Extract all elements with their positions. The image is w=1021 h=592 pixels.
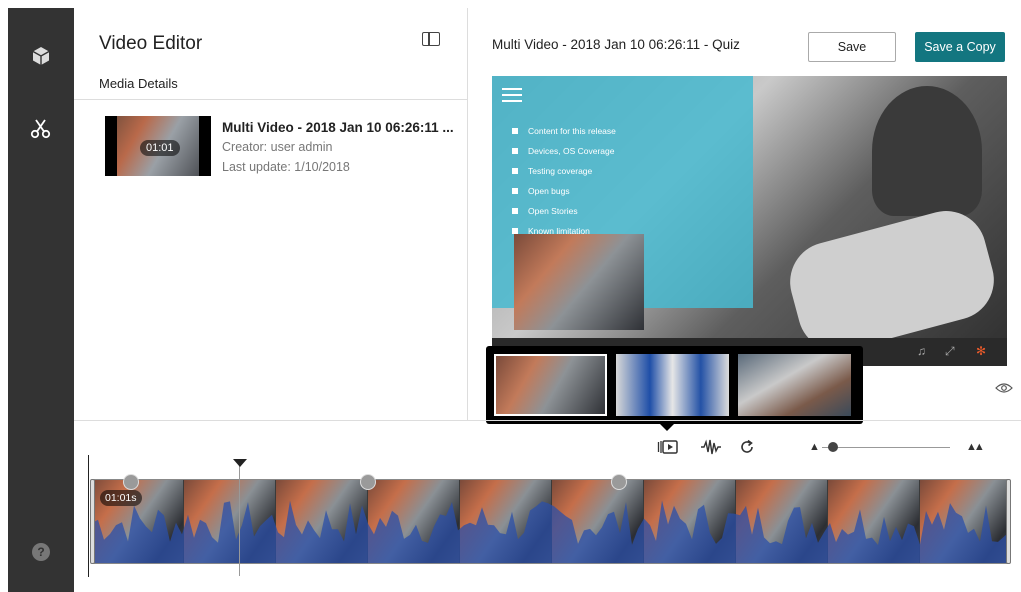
slide-item: Devices, OS Coverage: [512, 146, 614, 156]
page-title: Video Editor: [99, 33, 203, 54]
quiz-marker-icon[interactable]: [123, 474, 139, 490]
slide-item: Content for this release: [512, 126, 616, 136]
refresh-icon[interactable]: [739, 439, 755, 458]
zoom-slider-handle[interactable]: [828, 442, 839, 452]
waveform-icon[interactable]: [700, 439, 722, 458]
playhead-line: [239, 464, 240, 576]
section-heading: Media Details: [99, 76, 178, 91]
timeline-filmstrip[interactable]: 01:01s: [91, 479, 1011, 564]
media-thumbnail[interactable]: 01:01: [105, 116, 211, 176]
preview-panel: Multi Video - 2018 Jan 10 06:26:11 - Qui…: [468, 8, 1021, 431]
letterbox-right: [199, 116, 211, 176]
source-thumbnail[interactable]: [494, 354, 607, 416]
cube-icon[interactable]: [26, 41, 56, 71]
eye-icon[interactable]: [995, 382, 1013, 394]
media-creator: Creator: user admin: [222, 140, 333, 154]
audio-waveform: [92, 500, 1010, 563]
timeline: ▲ ▲▲ 01:01s: [74, 420, 1021, 592]
quiz-marker-icon[interactable]: [360, 474, 376, 490]
letterbox-left: [105, 116, 117, 176]
video-player[interactable]: Content for this release Devices, OS Cov…: [492, 76, 1007, 366]
trim-handle-start[interactable]: [90, 479, 95, 564]
duration-badge: 01:01: [140, 140, 180, 156]
music-icon[interactable]: ♫: [917, 344, 926, 358]
slide-item: Open bugs: [512, 186, 570, 196]
playhead-icon[interactable]: [233, 459, 247, 467]
app-frame: ? Video Editor Media Details 01:01 Multi…: [8, 8, 1021, 592]
sidebar: ?: [8, 8, 74, 592]
zoom-out-icon[interactable]: ▲: [809, 441, 820, 453]
video-title: Multi Video - 2018 Jan 10 06:26:11 - Qui…: [492, 37, 740, 52]
help-icon[interactable]: ?: [32, 543, 50, 561]
picture-in-picture: [514, 234, 644, 330]
menu-icon: [502, 88, 522, 102]
save-copy-button[interactable]: Save a Copy: [915, 32, 1005, 62]
media-panel: Video Editor Media Details 01:01 Multi V…: [74, 8, 468, 420]
fullscreen-icon[interactable]: ⤢: [945, 344, 955, 359]
source-thumbnail[interactable]: [616, 354, 729, 416]
media-name: Multi Video - 2018 Jan 10 06:26:11 ...: [222, 120, 454, 135]
slide-item: Testing coverage: [512, 166, 592, 176]
video-frame-person: [872, 86, 982, 216]
timeline-time-badge: 01:01s: [100, 490, 142, 506]
media-last-update: Last update: 1/10/2018: [222, 160, 350, 174]
divider: [74, 99, 468, 100]
logo-icon: ✻: [976, 344, 987, 358]
trim-handle-end[interactable]: [1006, 479, 1011, 564]
video-frame-arm: [781, 201, 1003, 361]
panel-toggle-icon[interactable]: [422, 32, 440, 46]
source-thumbnail-strip: [486, 346, 863, 431]
quiz-marker-icon[interactable]: [611, 474, 627, 490]
scissors-icon[interactable]: [26, 114, 56, 144]
timeline-start-line: [88, 455, 89, 577]
video-tracks-icon[interactable]: [657, 439, 679, 458]
slide-item: Open Stories: [512, 206, 578, 216]
save-button[interactable]: Save: [808, 32, 896, 62]
zoom-slider-track[interactable]: [822, 447, 950, 448]
source-thumbnail[interactable]: [738, 354, 851, 416]
zoom-in-icon[interactable]: ▲▲: [966, 441, 985, 453]
